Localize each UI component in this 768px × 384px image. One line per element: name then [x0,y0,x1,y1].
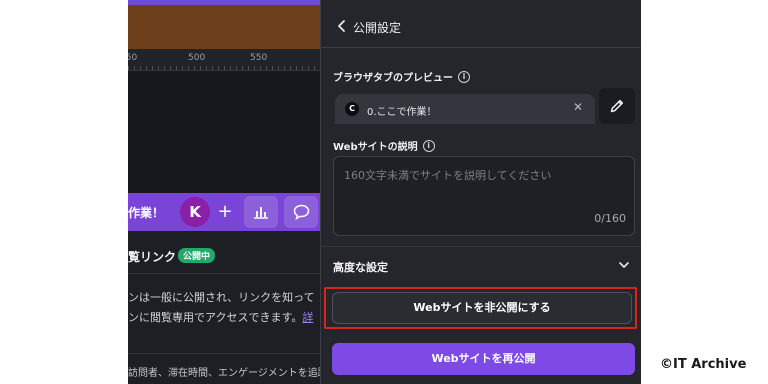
share-heading: 覧リンク [128,250,177,264]
comment-icon [293,204,309,220]
insights-button[interactable] [244,196,278,228]
tab-preview-title: 0.ここで作業！ [367,107,437,118]
learn-more-link[interactable]: 詳 [302,311,313,324]
republish-website-button[interactable]: Webサイトを再公開 [332,343,635,375]
favicon: C [345,102,359,116]
browser-tab-preview: C 0.ここで作業！ ✕ [335,94,595,124]
editor-background: 450 500 550 作業！ K + 覧リンク 公開中 ンは一般に公開され、リ… [128,0,320,384]
info-icon[interactable]: i [458,70,470,83]
watermark: ©IT Archive [660,357,747,372]
comment-button[interactable] [284,196,318,228]
share-link-section: 覧リンク 公開中 ンは一般に公開され、リンクを知って ンに閲覧専用でアクセスでき… [128,231,320,384]
ruler-label: 500 [188,53,206,63]
chevron-down-icon [619,262,629,268]
browser-tab-preview-label: ブラウザタブのプレビュー i [333,69,470,84]
panel-header: 公開設定 [321,8,641,48]
advanced-settings-label: 高度な設定 [333,261,388,274]
collaboration-toolbar: 作業！ K + [128,193,320,231]
divider [128,353,320,354]
description-label-text: Webサイトの説明 [333,142,418,153]
toolbar-title: 作業！ [128,206,165,220]
description-label: Webサイトの説明 i [333,138,435,153]
advanced-settings-toggle[interactable]: 高度な設定 [321,246,641,284]
pencil-icon [610,99,624,113]
character-counter: 0/160 [594,212,626,225]
share-description-line: ンに閲覧専用でアクセスできます。詳 [128,309,313,325]
status-badge: 公開中 [178,248,216,263]
ruler-label: 450 [128,53,138,63]
share-description-text: ンに閲覧専用でアクセスできます。 [128,311,303,324]
preview-label-text: ブラウザタブのプレビュー [333,73,453,84]
description-textarea[interactable]: 160文字未満でサイトを説明してください 0/160 [333,156,635,236]
ruler-label: 550 [250,53,268,63]
close-icon[interactable]: ✕ [573,100,583,114]
canvas-area [128,71,320,193]
bar-chart-icon [254,207,268,219]
avatar[interactable]: K [180,197,210,227]
divider [128,273,320,274]
timeline-ruler: 450 500 550 [128,49,320,71]
share-description-line: ンは一般に公開され、リンクを知って [128,291,315,304]
description-placeholder: 160文字未満でサイトを説明してください [344,169,552,182]
info-icon[interactable]: i [422,139,435,152]
unpublish-website-button[interactable]: Webサイトを非公開にする [332,292,632,324]
panel-title: 公開設定 [353,21,402,35]
publish-settings-panel: 公開設定 ブラウザタブのプレビュー i C 0.ここで作業！ ✕ Webサイトの… [320,0,641,384]
chevron-left-icon[interactable] [335,18,349,34]
edit-preview-button[interactable] [599,88,635,124]
plus-icon[interactable]: + [214,200,236,224]
design-page-strip [128,5,320,49]
visitors-tracking-text: 訪問者、滞在時間、エンゲージメントを追跡 [128,368,320,379]
